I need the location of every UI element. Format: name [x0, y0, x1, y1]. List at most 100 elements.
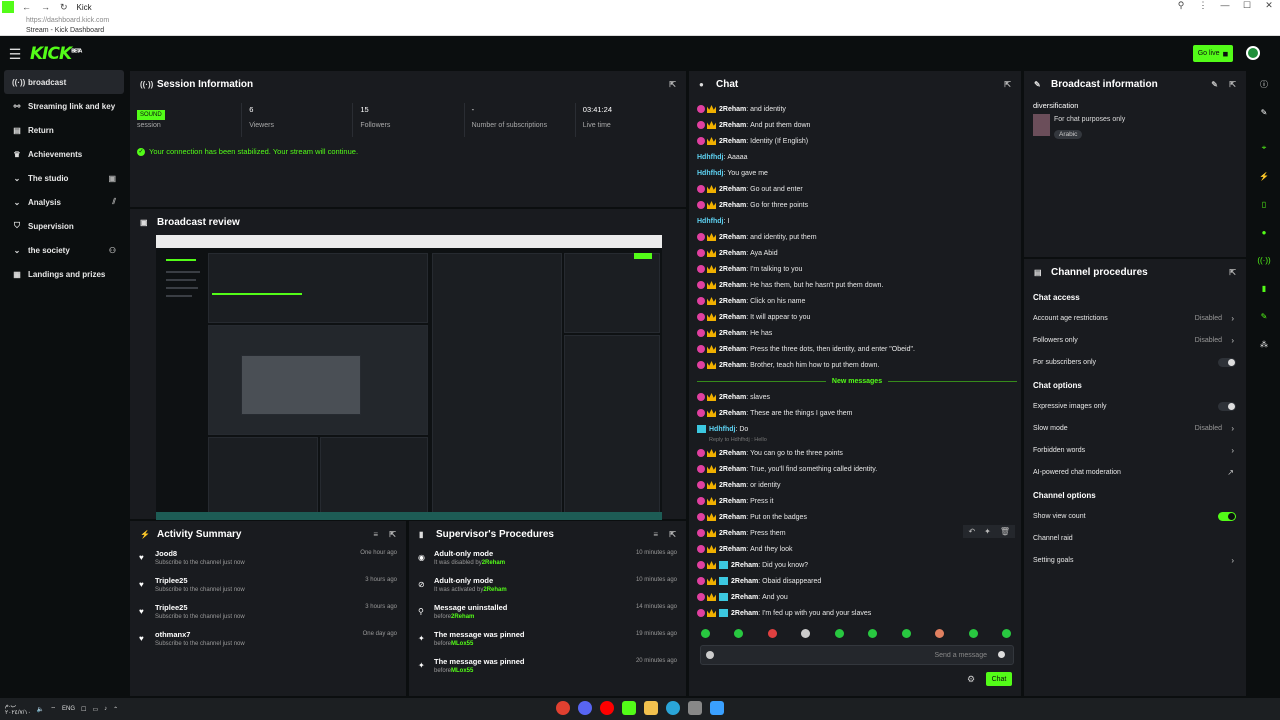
chat-message[interactable]: 2Reham: And you	[697, 589, 1017, 605]
chat-send-button[interactable]: Chat	[986, 672, 1012, 686]
chat-username[interactable]: 2Reham	[719, 314, 746, 321]
chat-username[interactable]: 2Reham	[731, 594, 758, 601]
lightning-icon[interactable]: ⚡	[1256, 168, 1272, 184]
sidebar-item-landings[interactable]: ▦ Landings and prizes	[0, 262, 128, 286]
chat-message[interactable]: 2Reham: These are the things I gave them	[697, 405, 1017, 421]
chat-username[interactable]: 2Reham	[719, 122, 746, 129]
chat-username[interactable]: 2Reham	[731, 562, 758, 569]
minimize-icon[interactable]: —	[1214, 0, 1236, 11]
emote-icon[interactable]	[734, 629, 744, 638]
chat-message[interactable]: 2Reham: True, you'll find something call…	[697, 461, 1017, 477]
chat-message[interactable]: 2Reham: Go for three points	[697, 197, 1017, 213]
layout-icon[interactable]: ⁂	[1256, 336, 1272, 352]
url-text[interactable]: https://dashboard.kick.com	[26, 14, 1280, 26]
setting-slow-mode[interactable]: Slow mode Disabled ›	[1024, 417, 1246, 439]
chrome-icon[interactable]	[556, 701, 570, 715]
subscribers-only-toggle[interactable]	[1218, 357, 1236, 367]
sidebar-item-streaming-link[interactable]: ⚯ Streaming link and key	[0, 94, 128, 118]
back-icon[interactable]: ←	[22, 2, 31, 12]
chat-message[interactable]: 2Reham: I'm talking to you	[697, 261, 1017, 277]
emote-icon[interactable]	[901, 629, 911, 638]
chat-message[interactable]: 2Reham: Press it	[697, 493, 1017, 509]
hamburger-menu-icon[interactable]: ☰	[0, 46, 30, 63]
chat-username[interactable]: 2Reham	[719, 298, 746, 305]
maximize-icon[interactable]: ☐	[1236, 0, 1258, 11]
chat-message[interactable]: 2Reham: Aya Abid	[697, 245, 1017, 261]
chat-message[interactable]: 2Reham: slaves	[697, 389, 1017, 405]
emote-icon[interactable]	[968, 629, 978, 638]
chat-message[interactable]: 2Reham: And they look	[697, 541, 1017, 557]
edit-icon[interactable]: ✎	[1211, 80, 1218, 89]
chat-message[interactable]: 2Reham: and identity, put them	[697, 229, 1017, 245]
chat-username[interactable]: 2Reham	[719, 234, 746, 241]
kick-logo[interactable]: KICKBETA	[30, 44, 82, 64]
chat-username[interactable]: 2Reham	[719, 138, 746, 145]
notification-icon[interactable]: ☐	[81, 706, 86, 713]
setting-followers-only[interactable]: Followers only Disabled ›	[1024, 329, 1246, 351]
chat-username[interactable]: 2Reham	[719, 330, 746, 337]
chat-message[interactable]: 2Reham: He has them, but he hasn't put t…	[697, 277, 1017, 293]
emote-icon[interactable]	[801, 629, 811, 638]
start-icon[interactable]	[710, 701, 724, 715]
discord-icon[interactable]	[578, 701, 592, 715]
chat-username[interactable]: 2Reham	[719, 362, 746, 369]
chat-message[interactable]: 2Reham: You can go to the three points	[697, 445, 1017, 461]
chat-username[interactable]: Hdhfhdj	[697, 218, 723, 225]
volume-icon[interactable]: 🔈	[37, 706, 44, 713]
chat-message[interactable]: 2Reham: I'm fed up with you and your sla…	[697, 605, 1017, 621]
chat-message[interactable]: 2Reham: It will appear to you	[697, 309, 1017, 325]
chat-username[interactable]: 2Reham	[719, 250, 746, 257]
chat-message[interactable]: 2Reham: Did you know?	[697, 557, 1017, 573]
chat-username[interactable]: 2Reham	[719, 514, 746, 521]
chat-username[interactable]: 2Reham	[719, 266, 746, 273]
emote-icon[interactable]	[935, 629, 945, 638]
edge-icon[interactable]	[666, 701, 680, 715]
chat-message[interactable]: 2Reham: Identity (If English)	[697, 133, 1017, 149]
chat-username[interactable]: 2Reham	[719, 394, 746, 401]
reply-icon[interactable]: ↶	[968, 527, 975, 536]
chat-message[interactable]: 2Reham: or identity	[697, 477, 1017, 493]
chat-username[interactable]: 2Reham	[719, 202, 746, 209]
sidebar-item-supervision[interactable]: ⛉ Supervision	[0, 214, 128, 238]
delete-icon[interactable]: 🗑	[1000, 527, 1010, 536]
chat-username[interactable]: 2Reham	[719, 498, 746, 505]
chat-message[interactable]: 2Reham: Obaid disappeared	[697, 573, 1017, 589]
emote-icon[interactable]	[1001, 629, 1011, 638]
emote-icon[interactable]	[767, 629, 777, 638]
network-icon[interactable]: ⌔	[50, 705, 56, 713]
chat-message[interactable]: 2Reham: Click on his name	[697, 293, 1017, 309]
stream-preview[interactable]	[156, 235, 662, 520]
filter-icon[interactable]: ≡	[653, 530, 658, 539]
extensions-icon[interactable]: ⚲	[1170, 0, 1192, 11]
chat-settings-icon[interactable]: ⚙	[967, 674, 975, 685]
expand-icon[interactable]: ⇱	[669, 80, 676, 89]
chat-username[interactable]: Hdhfhdj	[697, 170, 723, 177]
chat-username[interactable]: 2Reham	[719, 106, 746, 113]
more-options-icon[interactable]: ⋮	[1192, 0, 1214, 11]
emote-icon[interactable]	[868, 629, 878, 638]
sidebar-item-achievements[interactable]: ♛ Achievements	[0, 142, 128, 166]
info-icon[interactable]: ⓘ	[1256, 76, 1272, 92]
chat-username[interactable]: 2Reham	[731, 610, 758, 617]
chat-input[interactable]	[717, 649, 987, 661]
youtube-icon[interactable]	[600, 701, 614, 715]
expand-icon[interactable]: ⇱	[1229, 80, 1236, 89]
chat-message[interactable]: 2Reham: And put them down	[697, 117, 1017, 133]
chat-message[interactable]: 2Reham: Brother, teach him how to put th…	[697, 357, 1017, 373]
expand-icon[interactable]: ⇱	[669, 530, 676, 539]
chat-username[interactable]: Hdhfhdj	[709, 426, 735, 433]
edit-icon[interactable]: ✎	[1256, 104, 1272, 120]
emote-menu-icon[interactable]	[998, 651, 1005, 658]
chat-username[interactable]: 2Reham	[719, 546, 746, 553]
view-count-toggle[interactable]	[1218, 511, 1236, 521]
forward-icon[interactable]: →	[41, 2, 50, 12]
chat-username[interactable]: 2Reham	[719, 186, 746, 193]
go-live-button[interactable]: Go live ◼	[1193, 45, 1233, 62]
chat-username[interactable]: 2Reham	[719, 466, 746, 473]
broadcast-icon[interactable]: ((·))	[1256, 252, 1272, 268]
chat-message[interactable]: 2Reham: and identity	[697, 101, 1017, 117]
chat-username[interactable]: 2Reham	[719, 346, 746, 353]
chat-message[interactable]: 2Reham: Put on the badges	[697, 509, 1017, 525]
language-indicator[interactable]: ENG	[62, 706, 75, 712]
setting-account-age[interactable]: Account age restrictions Disabled ›	[1024, 307, 1246, 329]
